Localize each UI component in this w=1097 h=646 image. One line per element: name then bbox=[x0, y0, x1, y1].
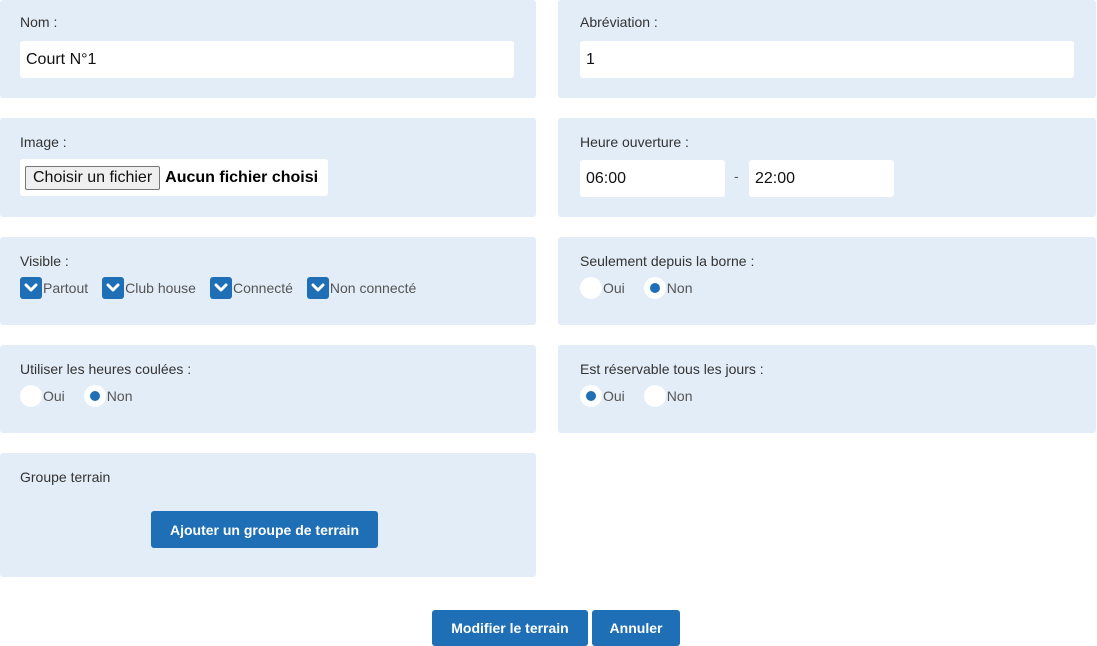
checkbox-checked-icon bbox=[209, 277, 232, 299]
radio-selected-icon bbox=[83, 385, 106, 407]
opening-start-input[interactable]: 06:00 bbox=[580, 160, 725, 197]
visible-option-label: Club house bbox=[125, 280, 196, 296]
name-panel: Nom : Court N°1 bbox=[0, 0, 536, 98]
bookable-daily-yes-radio[interactable]: Oui bbox=[580, 385, 625, 407]
bookable-daily-no-radio[interactable]: Non bbox=[643, 385, 693, 407]
visible-option-not-connected[interactable]: Non connecté bbox=[306, 277, 417, 299]
image-panel: Image : Choisir un fichier Aucun fichier… bbox=[0, 118, 536, 217]
radio-label: Oui bbox=[603, 388, 625, 404]
name-label: Nom : bbox=[20, 14, 58, 30]
radio-unselected-icon bbox=[643, 385, 666, 407]
abbreviation-label: Abréviation : bbox=[580, 14, 658, 30]
opening-hours-panel: Heure ouverture : 06:00 - 22:00 bbox=[558, 118, 1096, 217]
radio-label: Non bbox=[106, 388, 133, 404]
cancel-button[interactable]: Annuler bbox=[592, 610, 680, 646]
court-group-label: Groupe terrain bbox=[20, 469, 111, 485]
flowing-hours-no-radio[interactable]: Non bbox=[83, 385, 133, 407]
visible-panel: Visible : Partout Club house Connecté No… bbox=[0, 237, 536, 325]
flowing-hours-options: Oui Non bbox=[20, 385, 151, 407]
visible-label: Visible : bbox=[20, 253, 69, 269]
court-group-panel: Groupe terrain Ajouter un groupe de terr… bbox=[0, 453, 536, 577]
radio-selected-icon bbox=[643, 277, 666, 299]
radio-label: Non bbox=[666, 388, 693, 404]
radio-unselected-icon bbox=[20, 385, 42, 407]
choose-file-button[interactable]: Choisir un fichier bbox=[25, 165, 161, 190]
flowing-hours-label: Utiliser les heures coulées : bbox=[20, 361, 192, 377]
visible-options: Partout Club house Connecté Non connecté bbox=[20, 277, 430, 299]
terminal-only-panel: Seulement depuis la borne : Oui Non bbox=[558, 237, 1096, 325]
image-file-input: Choisir un fichier Aucun fichier choisi bbox=[20, 159, 328, 196]
visible-option-everywhere[interactable]: Partout bbox=[20, 277, 88, 299]
opening-hours-label: Heure ouverture : bbox=[580, 134, 689, 150]
name-input[interactable]: Court N°1 bbox=[20, 41, 514, 78]
radio-unselected-icon bbox=[580, 277, 602, 299]
flowing-hours-panel: Utiliser les heures coulées : Oui Non bbox=[0, 345, 536, 433]
abbreviation-panel: Abréviation : 1 bbox=[558, 0, 1096, 98]
opening-end-input[interactable]: 22:00 bbox=[749, 160, 894, 197]
checkbox-checked-icon bbox=[306, 277, 329, 299]
flowing-hours-yes-radio[interactable]: Oui bbox=[20, 385, 65, 407]
add-court-group-button[interactable]: Ajouter un groupe de terrain bbox=[151, 511, 378, 548]
bookable-daily-panel: Est réservable tous les jours : Oui Non bbox=[558, 345, 1096, 433]
visible-option-connected[interactable]: Connecté bbox=[209, 277, 293, 299]
radio-label: Oui bbox=[603, 280, 625, 296]
visible-option-label: Partout bbox=[43, 280, 89, 296]
terminal-only-label: Seulement depuis la borne : bbox=[580, 253, 755, 269]
radio-label: Oui bbox=[43, 388, 65, 404]
bookable-daily-label: Est réservable tous les jours : bbox=[580, 361, 764, 377]
abbreviation-input[interactable]: 1 bbox=[580, 41, 1074, 78]
visible-option-club-house[interactable]: Club house bbox=[102, 277, 196, 299]
bookable-daily-options: Oui Non bbox=[580, 385, 711, 407]
terminal-only-no-radio[interactable]: Non bbox=[643, 277, 693, 299]
time-separator: - bbox=[734, 168, 739, 184]
checkbox-checked-icon bbox=[102, 277, 125, 299]
checkbox-checked-icon bbox=[20, 277, 42, 299]
modify-court-button[interactable]: Modifier le terrain bbox=[432, 610, 588, 646]
file-status: Aucun fichier choisi bbox=[165, 168, 319, 186]
visible-option-label: Non connecté bbox=[329, 280, 417, 296]
terminal-only-yes-radio[interactable]: Oui bbox=[580, 277, 625, 299]
terminal-only-options: Oui Non bbox=[580, 277, 711, 299]
radio-selected-icon bbox=[580, 385, 602, 407]
radio-label: Non bbox=[666, 280, 693, 296]
visible-option-label: Connecté bbox=[232, 280, 293, 296]
image-label: Image : bbox=[20, 134, 67, 150]
